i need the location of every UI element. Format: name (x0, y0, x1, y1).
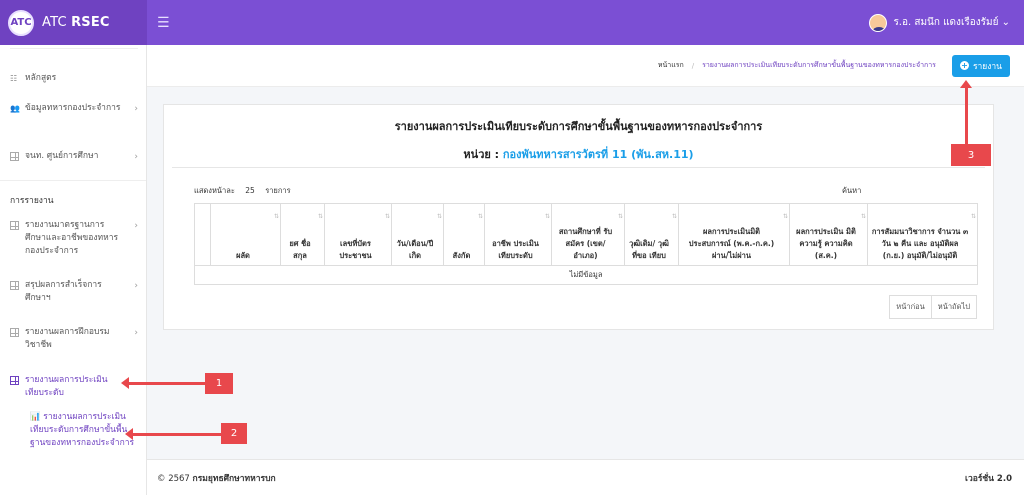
sidebar-item-staff[interactable]: จนท. ศูนย์การศึกษา › (10, 150, 138, 163)
breadcrumb-current: รายงานผลการประเมินเทียบระดับการศึกษาขั้น… (702, 61, 936, 69)
menu-toggle-icon[interactable]: ☰ (157, 15, 170, 31)
breadcrumb-home[interactable]: หน้าแรก (658, 60, 684, 71)
sidebar-subitem-assessment-report[interactable]: 📊 รายงานผลการประเมินเทียบระดับการศึกษาขั… (30, 411, 140, 450)
next-page-button[interactable]: หน้าถัดไป (931, 295, 977, 319)
sidebar-item-graduation[interactable]: สรุปผลการสำเร็จการศึกษาฯ › (10, 279, 138, 305)
sidebar-subitem-label: รายงานผลการประเมินเทียบระดับการศึกษาขั้น… (30, 412, 135, 448)
sidebar-item-label: รายงานมาตรฐานการศึกษาและอาชีพของทหารกองป… (25, 220, 119, 256)
report-unit: หน่วย : กองพันทหารสารวัตรที่ 11 (พัน.สห.… (164, 145, 993, 163)
sidebar-item-vocational[interactable]: รายงานผลการฝึกอบรมวิชาชีพ › (10, 326, 138, 352)
sidebar-item-label: ข้อมูลทหารกองประจำการ (25, 103, 121, 113)
page-length-suffix: รายการ (265, 186, 291, 195)
sidebar-item-label: หลักสูตร (25, 73, 57, 83)
column-header[interactable]: เลขที่บัตรประชาชน ⇅ (324, 203, 392, 266)
report-button[interactable]: + รายงาน (951, 54, 1010, 77)
column-header[interactable]: ผลการประเมิน มิติความรู้ ความคิด (ส.ค.) ⇅ (789, 203, 868, 266)
table-header-row: ผลัด ⇅ ยศ ชื่อ สกุล ⇅ เลขที่บัตรประชาชน ⇅ ว… (194, 203, 978, 266)
unit-value: กองพันทหารสารวัตรที่ 11 (พัน.สห.11) (502, 148, 694, 161)
report-card: รายงานผลการประเมินเทียบระดับการศึกษาขั้น… (163, 104, 994, 330)
column-header[interactable]: ผลัด ⇅ (210, 203, 281, 266)
sidebar-clipped-item (10, 45, 138, 49)
grid-icon (10, 376, 20, 385)
chevron-right-icon: › (134, 104, 138, 114)
column-header[interactable]: วัน/เดือน/ปี เกิด ⇅ (391, 203, 444, 266)
column-header[interactable]: ยศ ชื่อ สกุล ⇅ (280, 203, 325, 266)
chevron-right-icon: › (134, 152, 138, 162)
annotation-arrow-2 (125, 428, 222, 440)
grid-icon (10, 281, 20, 290)
report-title: รายงานผลการประเมินเทียบระดับการศึกษาขั้น… (394, 120, 763, 133)
sidebar-item-label: สรุปผลการสำเร็จการศึกษาฯ (25, 280, 102, 303)
list-icon: ☷ (10, 74, 18, 83)
grid-icon (10, 152, 20, 161)
version: เวอร์ชั่น 2.0 (965, 473, 1012, 484)
sidebar-item-label: รายงานผลการฝึกอบรมวิชาชีพ (25, 327, 110, 350)
chevron-right-icon: › (134, 221, 138, 231)
report-table: ผลัด ⇅ ยศ ชื่อ สกุล ⇅ เลขที่บัตรประชาชน ⇅ ว… (194, 203, 978, 285)
chevron-right-icon: › (134, 281, 138, 291)
column-header[interactable]: ผลการประเมินมิติ ประสบการณ์ (พ.ค.-ก.ค.) … (678, 203, 790, 266)
chevron-right-icon: › (134, 328, 138, 338)
page-length-select[interactable]: 25 (245, 186, 255, 195)
column-header[interactable]: วุฒิเดิม/ วุฒิที่ขอ เทียบ ⇅ (624, 203, 679, 266)
column-header[interactable]: อาชีพ ประเมิน เทียบระดับ ⇅ (484, 203, 552, 266)
table-row: ไม่มีข้อมูล (194, 265, 978, 285)
copyright: © 2567 กรมยุทธศึกษาทหารบก (157, 473, 276, 484)
section-title: การรายงาน (10, 196, 54, 206)
user-menu[interactable]: ร.อ. สมนึก แดงเรืองรัมย์ ⌄ (869, 13, 1010, 32)
unit-label: หน่วย : (463, 148, 503, 161)
sidebar-item-soldiers[interactable]: 👥 ข้อมูลทหารกองประจำการ › (10, 102, 138, 115)
page-length: แสดงหน้าละ 25 รายการ (194, 185, 291, 197)
annotation-arrow-1 (121, 377, 206, 389)
search-label: ค้นหา (842, 186, 862, 195)
user-name: ร.อ. สมนึก แดงเรืองรัมย์ ⌄ (893, 17, 1010, 28)
column-header[interactable] (194, 203, 211, 266)
report-button-label: รายงาน (972, 61, 1002, 72)
prev-page-button[interactable]: หน้าก่อน (889, 295, 932, 319)
annotation-arrow-3 (960, 80, 972, 144)
empty-message: ไม่มีข้อมูล (194, 265, 978, 285)
divider (172, 167, 985, 168)
annotation-badge-2: 2 (221, 423, 247, 444)
chart-icon: 📊 (30, 412, 41, 422)
sidebar-item-standard-report[interactable]: รายงานมาตรฐานการศึกษาและอาชีพของทหารกองป… (10, 219, 138, 258)
annotation-badge-3: 3 (951, 144, 991, 166)
grid-icon (10, 221, 20, 230)
pagination: หน้าก่อน หน้าถัดไป (889, 295, 977, 319)
avatar (869, 13, 888, 32)
breadcrumb: หน้าแรก / รายงานผลการประเมินเทียบระดับกา… (147, 45, 1024, 87)
sidebar-item-label: จนท. ศูนย์การศึกษา (25, 151, 99, 161)
page-length-label: แสดงหน้าละ (194, 186, 235, 195)
topbar: ☰ ร.อ. สมนึก แดงเรืองรัมย์ ⌄ (147, 0, 1024, 45)
sidebar-item-assessment[interactable]: รายงานผลการประเมินเทียบระดับ (10, 374, 138, 400)
sidebar-item-courses[interactable]: ☷ หลักสูตร (10, 72, 138, 85)
users-icon: 👥 (10, 104, 20, 113)
logo: ATC (8, 9, 34, 36)
plus-circle-icon: + (959, 61, 969, 70)
column-header[interactable]: สังกัด ⇅ (443, 203, 485, 266)
breadcrumb-separator: / (691, 61, 695, 70)
grid-icon (10, 328, 20, 337)
column-header[interactable]: การสัมมนาวิชาการ จำนวน ๓ วัน ๒ คืน และ อ… (867, 203, 978, 266)
brand[interactable]: ATC ATC RSEC (0, 0, 147, 45)
app-name: ATC RSEC (42, 15, 110, 30)
annotation-badge-1: 1 (205, 373, 233, 394)
divider (0, 180, 146, 181)
column-header[interactable]: สถานศึกษาที่ รับสมัคร (เขต/อำเภอ) ⇅ (551, 203, 625, 266)
sidebar-item-label: รายงานผลการประเมินเทียบระดับ (25, 375, 108, 398)
footer: © 2567 กรมยุทธศึกษาทหารบก เวอร์ชั่น 2.0 (147, 459, 1024, 495)
